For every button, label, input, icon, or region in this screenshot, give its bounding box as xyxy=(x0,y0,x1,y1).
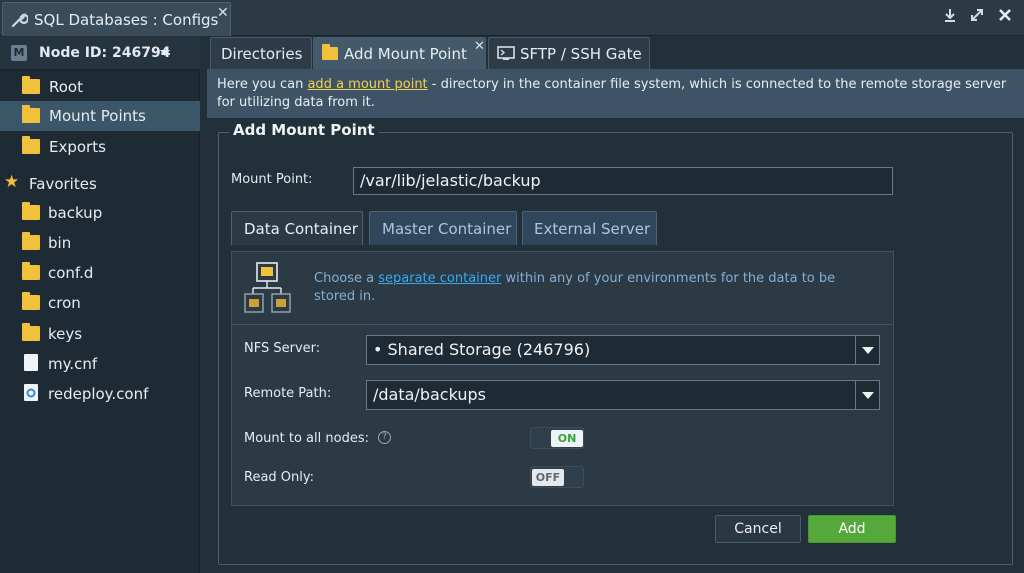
favorite-item-bin[interactable]: bin xyxy=(0,228,200,258)
remote-path-label: Remote Path: xyxy=(244,386,332,401)
tab-data-container[interactable]: Data Container xyxy=(231,211,363,245)
favorite-item-conf-d[interactable]: conf.d xyxy=(0,258,200,288)
tab-bar: Directories Add Mount Point ✕ SFTP / SSH… xyxy=(207,37,1024,69)
tab-directories[interactable]: Directories xyxy=(210,37,312,69)
add-mount-point-form: Add Mount Point Mount Point: /var/lib/je… xyxy=(218,121,1013,565)
window-tab[interactable]: SQL Databases : Configs ✕ xyxy=(2,2,231,36)
favorite-item-keys[interactable]: keys xyxy=(0,319,200,349)
mount-folder-icon xyxy=(22,105,40,123)
close-tab-icon[interactable]: ✕ xyxy=(474,39,485,54)
star-icon: ★ xyxy=(4,172,20,192)
sidebar-item-label: Exports xyxy=(49,138,106,156)
favorite-item-cron[interactable]: cron xyxy=(0,288,200,318)
sidebar: M Node ID: 246794 Root Mount Points Expo… xyxy=(0,37,200,573)
file-icon xyxy=(24,354,38,371)
node-selector[interactable]: M Node ID: 246794 xyxy=(0,37,200,70)
mount-point-label: Mount Point: xyxy=(231,172,313,187)
exports-icon xyxy=(22,136,40,154)
favorite-label: conf.d xyxy=(48,264,94,282)
folder-icon xyxy=(22,76,40,94)
favorites-header[interactable]: ★ Favorites xyxy=(0,169,200,199)
chevron-down-icon xyxy=(160,50,170,56)
sidebar-item-root[interactable]: Root xyxy=(0,72,200,102)
toggle-state: ON xyxy=(551,430,583,447)
folder-icon xyxy=(22,232,40,250)
wrench-icon xyxy=(11,12,28,28)
add-mount-point-link[interactable]: add a mount point xyxy=(307,77,427,92)
close-tab-icon[interactable]: ✕ xyxy=(217,5,229,21)
app-window: SQL Databases : Configs ✕ M Node ID: 246… xyxy=(0,0,1024,573)
tab-label: SFTP / SSH Gate xyxy=(520,45,642,63)
toggle-state: OFF xyxy=(532,469,564,486)
folder-icon xyxy=(22,292,40,310)
chevron-down-icon[interactable] xyxy=(855,336,879,364)
sidebar-item-exports[interactable]: Exports xyxy=(0,132,200,162)
config-file-icon xyxy=(24,384,38,401)
window-title: SQL Databases : Configs xyxy=(34,11,219,29)
tab-add-mount-point[interactable]: Add Mount Point ✕ xyxy=(313,37,486,69)
tab-label: Directories xyxy=(221,45,303,63)
help-icon[interactable]: ? xyxy=(378,431,391,444)
chevron-down-icon[interactable] xyxy=(855,381,879,409)
folder-icon xyxy=(22,262,40,280)
node-badge: M xyxy=(11,45,27,61)
download-icon[interactable] xyxy=(940,7,960,27)
read-only-label: Read Only: xyxy=(244,470,315,485)
tab-label: Data Container xyxy=(244,220,358,238)
mount-all-nodes-label: Mount to all nodes: xyxy=(244,431,369,446)
separate-container-link[interactable]: separate container xyxy=(378,271,501,286)
data-container-panel: Choose a separate container within any o… xyxy=(231,251,894,506)
remote-path-value: /data/backups xyxy=(373,385,486,404)
desc-text: Choose a xyxy=(314,271,379,286)
favorite-label: redeploy.conf xyxy=(48,385,149,403)
sidebar-item-mount-points[interactable]: Mount Points xyxy=(0,101,200,131)
tab-label: External Server xyxy=(534,220,651,238)
nfs-server-value: • Shared Storage (246796) xyxy=(373,340,591,359)
remote-path-select[interactable]: /data/backups xyxy=(366,380,880,410)
cancel-button[interactable]: Cancel xyxy=(715,515,801,543)
expand-icon[interactable] xyxy=(967,7,987,27)
favorite-item-redeploy-conf[interactable]: redeploy.conf xyxy=(0,379,200,409)
favorite-label: cron xyxy=(48,294,81,312)
form-legend: Add Mount Point xyxy=(229,121,379,139)
sidebar-item-label: Root xyxy=(49,78,83,96)
folder-icon xyxy=(22,323,40,341)
close-icon[interactable] xyxy=(995,7,1015,27)
tab-label: Add Mount Point xyxy=(344,45,467,63)
mount-point-input[interactable]: /var/lib/jelastic/backup xyxy=(353,167,893,195)
folder-icon xyxy=(322,44,338,60)
description-row: Choose a separate container within any o… xyxy=(232,252,894,325)
favorite-item-my-cnf[interactable]: my.cnf xyxy=(0,349,200,379)
description-text: Choose a separate container within any o… xyxy=(314,270,874,306)
sidebar-item-label: Mount Points xyxy=(49,107,146,125)
tab-master-container[interactable]: Master Container xyxy=(369,211,517,245)
favorite-label: backup xyxy=(48,204,103,222)
container-tree-icon xyxy=(244,262,291,313)
nfs-server-select[interactable]: • Shared Storage (246796) xyxy=(366,335,880,365)
tab-external-server[interactable]: External Server xyxy=(522,211,657,245)
folder-icon xyxy=(22,202,40,220)
add-button[interactable]: Add xyxy=(808,515,896,543)
nfs-server-label: NFS Server: xyxy=(244,341,321,356)
main-content: Add Mount Point Mount Point: /var/lib/je… xyxy=(207,118,1024,573)
favorite-item-backup[interactable]: backup xyxy=(0,198,200,228)
terminal-icon xyxy=(497,46,515,60)
favorites-label: Favorites xyxy=(29,175,97,193)
tab-label: Master Container xyxy=(382,220,512,238)
favorite-label: keys xyxy=(48,325,83,343)
mount-all-nodes-toggle[interactable]: ON xyxy=(530,427,584,449)
favorite-label: my.cnf xyxy=(48,355,98,373)
info-banner: Here you can add a mount point - directo… xyxy=(207,69,1024,118)
node-id-label: Node ID: 246794 xyxy=(39,45,171,61)
title-bar: SQL Databases : Configs ✕ xyxy=(0,0,1024,36)
favorite-label: bin xyxy=(48,234,72,252)
tab-sftp-ssh-gate[interactable]: SFTP / SSH Gate xyxy=(488,37,650,69)
info-text: Here you can xyxy=(217,77,308,92)
read-only-toggle[interactable]: OFF xyxy=(530,466,584,488)
